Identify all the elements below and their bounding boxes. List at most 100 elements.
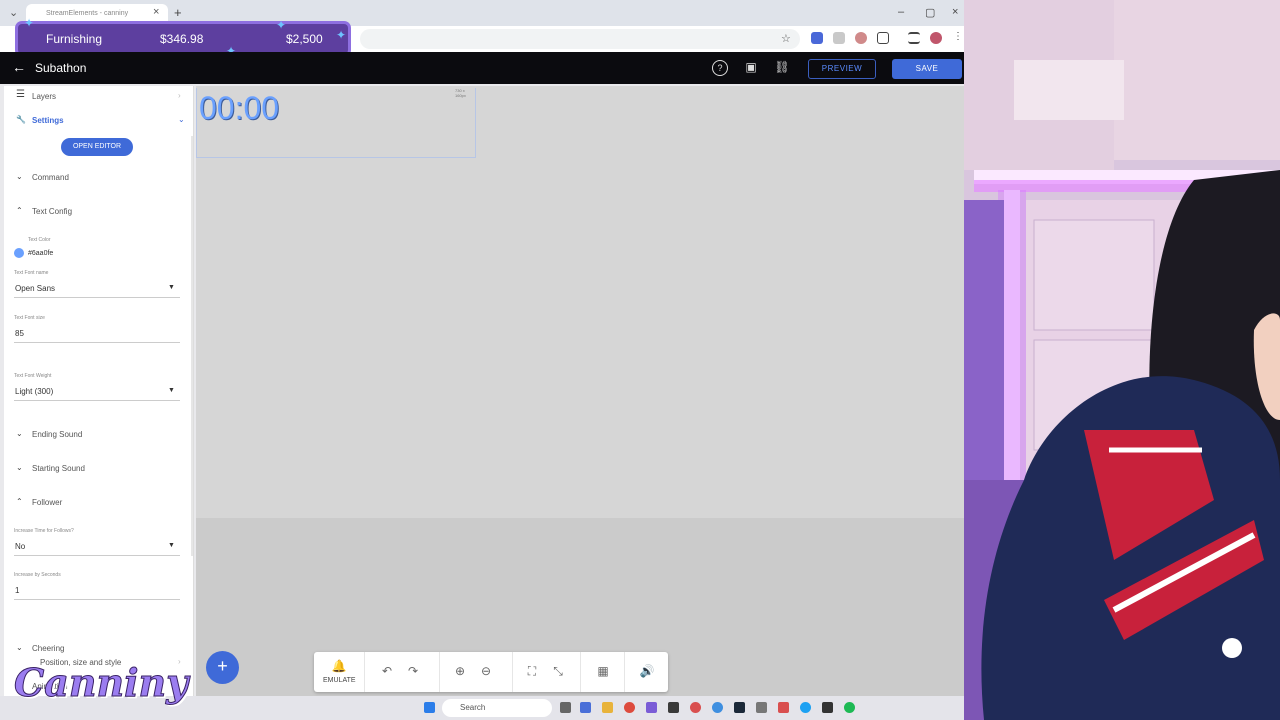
sparkle-icon: ✦ [276, 18, 287, 32]
preview-button[interactable]: PREVIEW [808, 59, 876, 79]
follower-section[interactable]: ⌃ Follower [4, 494, 193, 512]
increase-seconds-label: Increase by Seconds [14, 572, 61, 578]
menu-lines-icon[interactable] [908, 32, 920, 44]
maximize-button[interactable]: ▢ [925, 6, 935, 19]
folder-icon[interactable] [602, 702, 613, 713]
spotify-icon[interactable] [844, 702, 855, 713]
tab-close-button[interactable]: × [153, 6, 159, 18]
goal-current: $346.98 [160, 32, 204, 46]
app-icon[interactable] [778, 702, 789, 713]
extension-icon[interactable] [811, 32, 823, 44]
goal-target: $2,500 [286, 32, 323, 46]
minimize-button[interactable]: – [898, 6, 904, 18]
kebab-menu-icon[interactable]: ⋮ [953, 31, 963, 42]
canniny-logo-sticker: Canniny [13, 660, 188, 706]
command-section[interactable]: ⌄ Command [4, 169, 193, 187]
screen: ⌄ StreamElements - canniny × + – ▢ × ☆ ⋮… [0, 0, 1280, 720]
divider [364, 652, 365, 692]
follower-label: Follower [32, 498, 63, 507]
ending-sound-section[interactable]: ⌄ Ending Sound [4, 426, 193, 444]
cheering-label: Cheering [32, 644, 65, 653]
chevron-up-icon: ⌃ [16, 206, 23, 215]
color-swatch[interactable] [14, 248, 24, 258]
undo-icon[interactable]: ↶ [379, 664, 395, 678]
chevron-down-icon: ⌄ [16, 463, 23, 472]
redo-icon[interactable]: ↷ [405, 664, 421, 678]
exit-fullscreen-icon[interactable]: ⤡ [550, 664, 566, 679]
app-icon[interactable] [756, 702, 767, 713]
app-icon[interactable] [580, 702, 591, 713]
app-icon[interactable] [690, 702, 701, 713]
window-close-button[interactable]: × [952, 6, 958, 18]
puzzle-icon[interactable] [877, 32, 889, 44]
app-icon[interactable] [822, 702, 833, 713]
profile-avatar[interactable] [930, 32, 942, 44]
increase-time-label: Increase Time for Follows? [14, 528, 74, 534]
canvas-toolbar: 🔔 EMULATE ↶ ↷ ⊕ ⊖ ⛶ ⤡ ▦ 🔊 [314, 652, 668, 692]
url-input[interactable] [360, 29, 800, 49]
app-icon[interactable] [668, 702, 679, 713]
browser-tab[interactable]: StreamElements - canniny [26, 4, 168, 26]
layers-label: Layers [32, 92, 57, 101]
editor-appbar: ← Subathon ? ▣ ⛓ PREVIEW SAVE [0, 52, 964, 84]
settings-row[interactable]: 🔧 Settings ⌄ [4, 112, 193, 130]
new-tab-button[interactable]: + [174, 5, 182, 20]
chrome-icon[interactable] [624, 702, 635, 713]
timer-widget[interactable]: 00:00 730 x 160px [196, 88, 476, 158]
edge-icon[interactable] [800, 702, 811, 713]
fullscreen-icon[interactable]: ⛶ [524, 664, 540, 679]
command-label: Command [32, 173, 69, 182]
task-view-icon[interactable] [560, 702, 571, 713]
font-size-input[interactable]: 85 [15, 329, 24, 338]
grid-icon[interactable]: ▦ [595, 664, 611, 678]
layers-row[interactable]: ☰ Layers › [4, 88, 193, 106]
chevron-right-icon: › [178, 91, 181, 100]
tab-strip: ⌄ StreamElements - canniny × + – ▢ × [0, 0, 964, 26]
extension-icon[interactable] [855, 32, 867, 44]
bookmark-star-icon[interactable]: ☆ [781, 32, 791, 45]
increase-time-select[interactable]: No [15, 542, 25, 551]
zoom-out-icon[interactable]: ⊖ [478, 664, 494, 678]
font-weight-select[interactable]: Light (300) [15, 387, 53, 396]
text-config-section[interactable]: ⌃ Text Config [4, 203, 193, 221]
text-config-label: Text Config [32, 207, 73, 216]
increase-seconds-input[interactable]: 1 [15, 586, 19, 595]
dropdown-caret-icon[interactable]: ▼ [168, 284, 175, 291]
extension-icon[interactable] [833, 32, 845, 44]
divider [14, 342, 180, 343]
donation-goal-banner: Furnishing $346.98 $2,500 ✦ ✦ ✦ ✦ [18, 16, 348, 58]
sidebar-scrollbar[interactable] [191, 136, 193, 556]
screen-share-icon[interactable]: ▣ [743, 60, 759, 76]
starting-sound-section[interactable]: ⌄ Starting Sound [4, 460, 193, 478]
tab-title: StreamElements - canniny [46, 10, 129, 17]
add-widget-button[interactable]: + [206, 651, 239, 684]
dropdown-caret-icon[interactable]: ▼ [168, 387, 175, 394]
link-icon[interactable]: ⛓ [774, 60, 790, 76]
app-icon[interactable] [712, 702, 723, 713]
overlay-canvas[interactable]: 00:00 730 x 160px [196, 86, 964, 518]
save-button[interactable]: SAVE [892, 59, 962, 79]
starting-sound-label: Starting Sound [32, 464, 85, 473]
windows-start-icon[interactable] [424, 702, 435, 713]
wrench-icon: 🔧 [16, 115, 26, 124]
browser-window: ⌄ StreamElements - canniny × + – ▢ × ☆ ⋮… [0, 0, 964, 720]
ending-sound-label: Ending Sound [32, 430, 83, 439]
font-name-select[interactable]: Open Sans [15, 284, 55, 293]
app-icon[interactable] [646, 702, 657, 713]
divider [14, 297, 180, 298]
back-arrow-icon[interactable]: ← [12, 59, 26, 75]
steam-icon[interactable] [734, 702, 745, 713]
webcam-scene [964, 0, 1280, 720]
text-color-field[interactable]: #6aa0fe [28, 250, 53, 257]
help-icon[interactable]: ? [712, 60, 728, 76]
taskbar-search[interactable]: Search [442, 699, 552, 717]
webcam-feed [964, 0, 1280, 720]
volume-icon[interactable]: 🔊 [639, 664, 655, 678]
dropdown-caret-icon[interactable]: ▼ [168, 542, 175, 549]
zoom-in-icon[interactable]: ⊕ [452, 664, 468, 678]
tab-search-icon[interactable]: ⌄ [9, 6, 18, 19]
emulate-button[interactable]: EMULATE [323, 677, 356, 684]
bell-icon[interactable]: 🔔 [331, 659, 347, 673]
open-editor-button[interactable]: OPEN EDITOR [61, 138, 133, 156]
sparkle-icon: ✦ [336, 28, 347, 42]
